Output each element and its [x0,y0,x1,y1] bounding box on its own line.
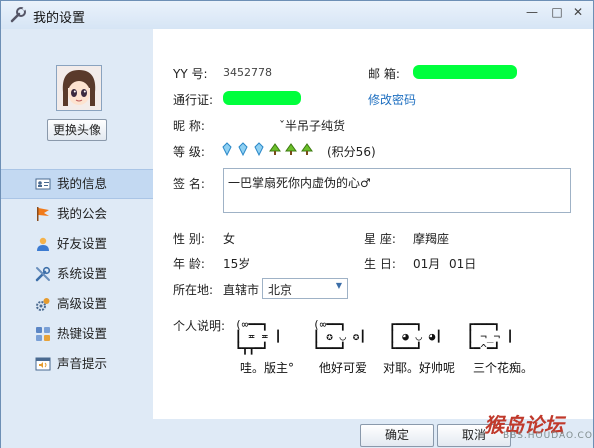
nav-item-system-settings[interactable]: 系统设置 [1,259,153,289]
settings-wrench-icon [10,7,26,23]
maximize-button[interactable]: □ [546,4,568,20]
close-button[interactable]: ✕ [567,4,589,20]
minimize-button[interactable]: — [521,4,543,20]
city-select-value: 北京 [268,283,293,297]
gender-label: 性 别: [173,232,205,246]
change-password-link[interactable]: 修改密码 [368,91,416,108]
settings-window: 我的设置 — □ ✕ 更换头像 我的信息 我的公会 好友设置 系统设置 高级设置… [0,0,594,448]
intro-emote-2: (∞━━┓ ┃ ✪ ◡ ✪┃ ┗━━━┛ [313,318,366,355]
nav-item-label: 我的公会 [57,206,108,221]
ok-button[interactable]: 确定 [360,424,434,447]
location-label: 所在地: [173,283,214,297]
intro-label: 个人说明: [173,319,226,333]
nav-item-advanced-settings[interactable]: 高级设置 [1,289,153,319]
nav-item-label: 好友设置 [57,236,108,251]
birthday-month: 01月 [413,257,441,271]
hotkey-icon [36,327,50,341]
window-title: 我的设置 [33,11,86,26]
passport-redaction [223,91,301,105]
avatar-image-icon [57,66,101,110]
advanced-gear-icon [36,298,50,311]
nav-item-label: 声音提示 [57,356,108,371]
forum-watermark-url: BBS.HOUDAO.COM [503,431,594,441]
gender-value: 女 [223,232,236,246]
nav-item-my-info[interactable]: 我的信息 [1,169,153,199]
change-avatar-button[interactable]: 更换头像 [47,119,107,141]
nav-item-hotkey-settings[interactable]: 热键设置 [1,319,153,349]
level-badges-icon [222,142,313,157]
zodiac-label: 星 座: [364,232,396,246]
nav-item-label: 热键设置 [57,326,108,341]
signature-input[interactable]: 一巴掌扇死你内虚伪的心♂ [223,168,571,213]
intro-caption-2: 他好可爱 [319,361,368,375]
birthday-label: 生 日: [364,257,396,271]
title-bar: 我的设置 — □ ✕ [1,1,593,29]
intro-caption-4: 三个花痴。 [473,361,534,375]
yy-number-label: YY 号: [173,67,208,81]
tools-icon [35,266,51,282]
nav-item-label: 系统设置 [57,266,108,281]
avatar [56,65,102,111]
intro-caption-3: 对耶。好帅呢 [383,361,456,375]
email-label: 邮 箱: [368,67,400,81]
profile-panel: YY 号: 3452778 邮 箱: 通行证: 修改密码 昵 称: ˇ半吊子纯货… [153,29,593,419]
intro-caption-1: 哇。版主° [240,361,295,375]
level-points: (积分56) [327,145,376,159]
nav-item-label: 高级设置 [57,296,108,311]
friend-icon [37,237,49,251]
id-card-icon [35,178,51,190]
level-badges [221,142,321,160]
intro-emote-4: ┏━━━┓ ┃ ¬_¬ ┃ ┗━^━┛ [467,318,514,355]
passport-label: 通行证: [173,93,214,107]
signature-label: 签 名: [173,177,205,191]
email-redaction [413,65,517,79]
flag-icon [37,207,49,221]
birthday-day: 01日 [449,257,477,271]
settings-nav: 我的信息 我的公会 好友设置 系统设置 高级设置 热键设置 声音提示 [1,169,153,379]
age-label: 年 龄: [173,257,205,271]
intro-emote-3: ┏━━━┓ ┃ ◕ ◡ ◕┃ ┗━━━┛ [389,318,442,355]
yy-number-value: 3452778 [223,66,272,79]
nickname-value: ˇ半吊子纯货 [279,119,346,133]
nickname-label: 昵 称: [173,119,205,133]
level-label: 等 级: [173,145,205,159]
nav-item-my-guild[interactable]: 我的公会 [1,199,153,229]
nav-item-label: 我的信息 [57,176,108,191]
intro-emote-1: (∞━━┓ ┃ ≖ ≖ ┃ ┗┳┳━┛ [235,318,282,355]
location-region: 直辖市 [223,283,260,297]
zodiac-value: 摩羯座 [413,232,450,246]
signature-text: 一巴掌扇死你内虚伪的心♂ [228,176,371,190]
age-value: 15岁 [223,257,251,271]
nav-item-friend-settings[interactable]: 好友设置 [1,229,153,259]
nav-item-sound-alerts[interactable]: 声音提示 [1,349,153,379]
city-select[interactable]: 北京 ▼ [262,278,348,299]
chevron-down-icon: ▼ [335,281,342,290]
sound-icon [35,357,51,371]
sidebar: 更换头像 我的信息 我的公会 好友设置 系统设置 高级设置 热键设置 声音提示 [1,29,153,421]
